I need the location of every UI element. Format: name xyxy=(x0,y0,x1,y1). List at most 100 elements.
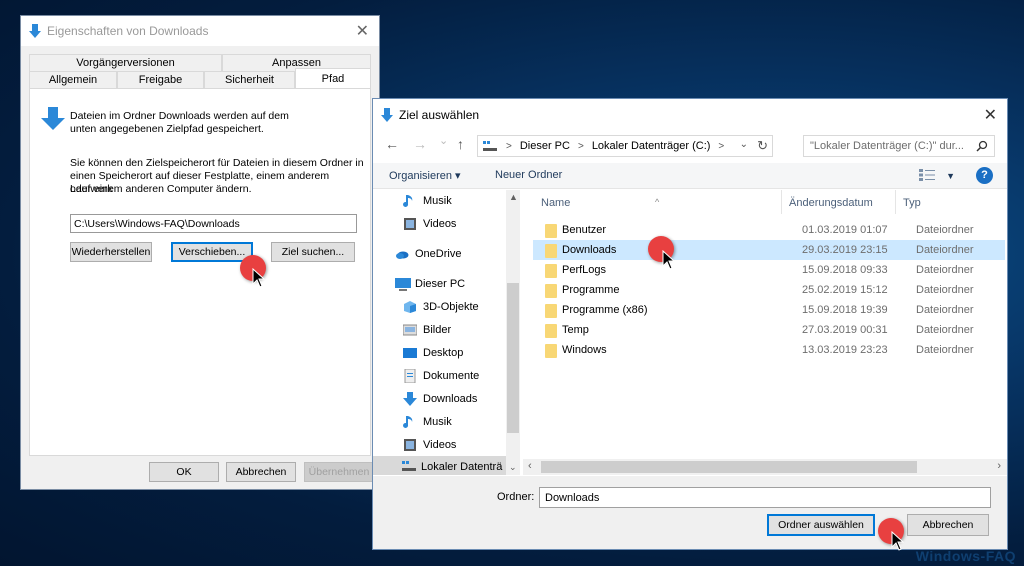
up-arrow-icon[interactable]: ↑ xyxy=(457,136,464,152)
tab-security[interactable]: Sicherheit xyxy=(204,71,295,88)
file-type: Dateiordner xyxy=(916,244,974,256)
file-date: 15.09.2018 19:39 xyxy=(802,304,888,316)
cancel-button[interactable]: Abbrechen xyxy=(226,462,296,482)
file-type: Dateiordner xyxy=(916,264,974,276)
file-row[interactable]: Programme (x86) 15.09.2018 19:39 Dateior… xyxy=(533,300,1005,320)
properties-title: Eigenschaften von Downloads xyxy=(47,24,209,38)
file-name: Programme (x86) xyxy=(562,304,648,316)
file-name: Benutzer xyxy=(562,224,607,236)
nav-item-label: Dieser PC xyxy=(415,278,466,290)
scrollbar-thumb[interactable] xyxy=(541,461,917,473)
nav-item-label: Musik xyxy=(423,195,452,207)
nav-item-label: Lokaler Datenträ xyxy=(421,461,503,473)
file-row[interactable]: Benutzer 01.03.2019 01:07 Dateiordner xyxy=(533,220,1005,240)
this-pc-icon xyxy=(395,277,411,291)
nav-item-this-pc[interactable]: Dieser PC xyxy=(373,273,506,295)
file-date: 27.03.2019 00:31 xyxy=(802,324,888,336)
refresh-icon[interactable]: ↻ xyxy=(757,138,768,154)
view-options-icon[interactable] xyxy=(919,169,935,181)
nav-item-music[interactable]: Musik xyxy=(373,411,506,433)
address-bar[interactable]: > Dieser PC > Lokaler Datenträger (C:) >… xyxy=(477,135,773,157)
scroll-left-icon[interactable]: ‹ xyxy=(528,460,532,472)
nav-pane-scrollbar[interactable]: ▲ ⌄ xyxy=(506,190,520,475)
nav-item-onedrive[interactable]: OneDrive xyxy=(373,243,506,265)
recent-locations-icon[interactable]: ⌄ xyxy=(439,134,448,147)
breadcrumb-local-disk[interactable]: Lokaler Datenträger (C:) xyxy=(592,140,711,152)
tab-path[interactable]: Pfad xyxy=(295,68,371,88)
scroll-right-icon[interactable]: › xyxy=(997,460,1001,472)
info-line-2: unten angegebenen Zielpfad gespeichert. xyxy=(70,123,264,135)
navigation-bar: ← → ⌄ ↑ > Dieser PC > Lokaler Datenträge… xyxy=(373,131,1007,159)
select-folder-button[interactable]: Ordner auswählen xyxy=(767,514,875,536)
scrollbar-thumb[interactable] xyxy=(507,283,519,433)
file-row[interactable]: Windows 13.03.2019 23:23 Dateiordner xyxy=(533,340,1005,360)
nav-item-label: Videos xyxy=(423,218,457,230)
file-list: ^ Name Änderungsdatum Typ Benutzer 01.03… xyxy=(523,190,1007,475)
music-icon xyxy=(403,415,417,429)
ok-button[interactable]: OK xyxy=(149,462,219,482)
column-divider xyxy=(781,190,782,214)
downloads-icon xyxy=(381,108,393,122)
3d-objects-icon xyxy=(403,300,417,314)
breadcrumb-separator: > xyxy=(718,140,725,152)
nav-item-pictures[interactable]: Bilder xyxy=(373,319,506,341)
path-tab-panel: Dateien im Ordner Downloads werden auf d… xyxy=(29,88,371,456)
column-type[interactable]: Typ xyxy=(903,197,921,209)
downloads-folder-icon xyxy=(41,107,65,131)
forward-arrow-icon[interactable]: → xyxy=(413,136,427,152)
nav-item-local-disk[interactable]: Lokaler Datenträ xyxy=(373,456,506,475)
horizontal-scrollbar[interactable]: ‹ › xyxy=(523,459,1007,475)
nav-item-label: Videos xyxy=(423,439,457,451)
mouse-cursor-icon xyxy=(662,250,676,270)
column-header-row: ^ Name Änderungsdatum Typ xyxy=(523,190,1007,214)
view-dropdown-icon[interactable]: ▼ xyxy=(946,171,955,181)
move-button[interactable]: Verschieben... xyxy=(171,242,253,262)
sort-ascending-icon: ^ xyxy=(655,197,660,207)
file-row-selected[interactable]: Downloads 29.03.2019 23:15 Dateiordner xyxy=(533,240,1005,260)
file-row[interactable]: Programme 25.02.2019 15:12 Dateiordner xyxy=(533,280,1005,300)
tab-previous-versions[interactable]: Vorgängerversionen xyxy=(29,54,222,71)
tab-sharing[interactable]: Freigabe xyxy=(117,71,204,88)
breadcrumb-this-pc[interactable]: Dieser PC xyxy=(520,140,570,152)
nav-item-label: Dokumente xyxy=(423,370,480,382)
folder-name-input[interactable] xyxy=(539,487,991,508)
column-date[interactable]: Änderungsdatum xyxy=(789,197,873,209)
nav-item-documents[interactable]: Dokumente xyxy=(373,365,506,387)
info-line-1: Dateien im Ordner Downloads werden auf d… xyxy=(70,110,289,122)
file-date: 29.03.2019 23:15 xyxy=(802,244,888,256)
cancel-button[interactable]: Abbrechen xyxy=(907,514,989,536)
target-path-input[interactable] xyxy=(70,214,357,233)
restore-button[interactable]: Wiederherstellen xyxy=(70,242,152,262)
file-type: Dateiordner xyxy=(916,324,974,336)
search-input[interactable]: "Lokaler Datenträger (C:)" dur... xyxy=(803,135,995,157)
nav-item-desktop[interactable]: Desktop xyxy=(373,342,506,364)
nav-item-label: Downloads xyxy=(423,393,478,405)
nav-item-3d-objects[interactable]: 3D-Objekte xyxy=(373,296,506,318)
nav-item-videos[interactable]: Videos xyxy=(373,213,506,235)
chevron-down-icon[interactable]: ⌄ xyxy=(740,139,748,150)
drive-icon xyxy=(483,141,497,151)
nav-item-videos[interactable]: Videos xyxy=(373,434,506,456)
tab-general[interactable]: Allgemein xyxy=(29,71,117,88)
nav-item-music[interactable]: Musik xyxy=(373,190,506,212)
folder-icon xyxy=(545,284,557,298)
scroll-down-icon[interactable]: ⌄ xyxy=(509,462,517,473)
close-icon[interactable]: ✕ xyxy=(984,105,997,125)
organize-menu[interactable]: Organisieren ▾ xyxy=(389,169,461,182)
close-icon[interactable]: ✕ xyxy=(356,21,369,41)
scroll-up-icon[interactable]: ▲ xyxy=(509,192,518,202)
help-icon[interactable]: ? xyxy=(976,167,993,184)
find-target-button[interactable]: Ziel suchen... xyxy=(271,242,355,262)
new-folder-button[interactable]: Neuer Ordner xyxy=(495,169,562,181)
file-name: Programme xyxy=(562,284,620,296)
nav-item-downloads[interactable]: Downloads xyxy=(373,388,506,410)
apply-button[interactable]: Übernehmen xyxy=(304,462,374,482)
column-name[interactable]: Name xyxy=(541,197,570,209)
file-row[interactable]: Temp 27.03.2019 00:31 Dateiordner xyxy=(533,320,1005,340)
file-name: Downloads xyxy=(562,244,617,256)
file-row[interactable]: PerfLogs 15.09.2018 09:33 Dateiordner xyxy=(533,260,1005,280)
folder-picker-dialog: Ziel auswählen ✕ ← → ⌄ ↑ > Dieser PC > L… xyxy=(372,98,1008,550)
file-date: 25.02.2019 15:12 xyxy=(802,284,888,296)
back-arrow-icon[interactable]: ← xyxy=(385,136,399,152)
desc-line-1: Sie können den Zielspeicherort für Datei… xyxy=(70,157,364,169)
